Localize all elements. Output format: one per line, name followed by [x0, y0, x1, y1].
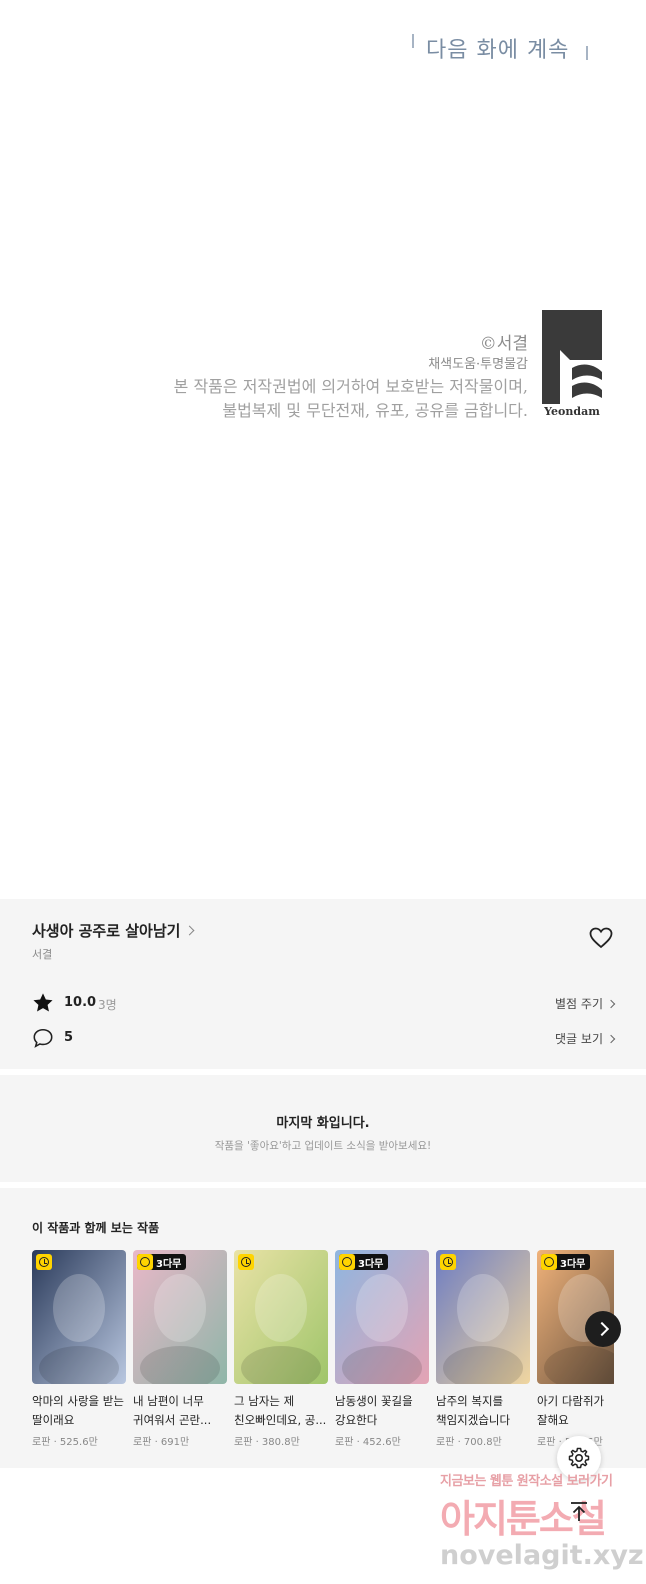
clock-icon: [440, 1254, 456, 1270]
recommendation-title: 남동생이 꽃길을 강요한다: [335, 1394, 413, 1427]
recommendation-meta: 로판 · 700.8만: [436, 1437, 502, 1448]
wait-free-badge: 3다무: [339, 1254, 389, 1270]
last-episode-title: 마지막 화입니다.: [276, 1116, 370, 1131]
series-title: 사생아 공주로 살아남기: [32, 922, 181, 940]
recommendation-cover: [436, 1250, 530, 1384]
series-info-panel: 사생아 공주로 살아남기 서결 10.0 3명 별점 주기 5 댓글 보기: [0, 899, 646, 1069]
next-episode-caption: 다음 화에 계속: [410, 30, 610, 70]
clock-icon: [137, 1254, 153, 1270]
clock-icon: [339, 1254, 355, 1270]
recommendation-card[interactable]: 남주의 복지를 책임지겠습니다로판 · 700.8만: [436, 1250, 530, 1448]
recommendations-heading: 이 작품과 함께 보는 작품: [32, 1221, 160, 1235]
next-episode-text: 다음 화에 계속: [426, 38, 570, 63]
clock-icon: [238, 1254, 254, 1270]
settings-button[interactable]: [557, 1436, 601, 1480]
recommendation-card[interactable]: 그 남자는 제 친오빠인데요, 공... 로판 · 380.8만: [234, 1250, 328, 1448]
star-icon: [32, 992, 54, 1014]
chevron-right-icon: [606, 1034, 616, 1044]
rating-count: 3명: [98, 998, 117, 1012]
copyright-notice: ©서결 채색도움·투명물감 본 작품은 저작권법에 의거하여 보호받는 저작물이…: [174, 333, 528, 423]
copyright-line-1: 본 작품은 저작권법에 의거하여 보호받는 저작물이며,: [173, 377, 528, 396]
wait-free-badge-label: 3다무: [560, 1258, 586, 1270]
gear-icon: [568, 1447, 590, 1469]
heart-icon: [589, 927, 613, 949]
wait-free-badge: 3다무: [137, 1254, 187, 1270]
copyright-author: ©서결: [479, 334, 528, 354]
recommendation-title: 악마의 사랑을 받는 딸이래요: [32, 1394, 124, 1427]
copyright-line-2: 불법복제 및 무단전재, 유포, 공유를 금합니다.: [222, 401, 528, 420]
series-title-link[interactable]: 사생아 공주로 살아남기: [32, 920, 195, 941]
caption-bar-right: [586, 46, 588, 60]
comment-count: 5: [64, 1030, 74, 1045]
recommendation-cover: [234, 1250, 328, 1384]
wait-free-badge-label: 3다무: [358, 1258, 384, 1270]
recommendation-title: 아기 다람쥐가 잘해요: [537, 1394, 605, 1427]
chevron-right-icon: [185, 925, 195, 936]
last-episode-subtitle: 작품을 '좋아요'하고 업데이트 소식을 받아보세요!: [214, 1140, 432, 1152]
watermark-url: novelagit.xyz: [440, 1540, 644, 1571]
rate-button-label: 별점 주기: [555, 997, 603, 1011]
recommendations-carousel[interactable]: 악마의 사랑을 받는 딸이래요 로판 · 525.6만 3다무 내 남편이 너무 귀여…: [32, 1250, 614, 1460]
recommendation-meta: 로판 · 525.6만: [32, 1437, 98, 1448]
recommendation-card[interactable]: 악마의 사랑을 받는 딸이래요로판 · 525.6만: [32, 1250, 126, 1448]
caption-bar-left: [412, 34, 414, 48]
series-author: 서결: [32, 948, 53, 961]
recommendation-meta: 로판 · 691만: [133, 1437, 190, 1448]
clock-icon: [36, 1254, 52, 1270]
chevron-right-icon: [606, 999, 616, 1009]
site-watermark: 지금보는 웹툰 원작소설 보러가기 아지툰소설 novelagit.xyz: [440, 1470, 646, 1584]
publisher-logo-text: Yeondam: [544, 405, 600, 418]
copyright-staff: 채색도움·투명물감: [428, 357, 528, 372]
recommendation-meta: 로판 · 452.6만: [335, 1437, 401, 1448]
recommendation-cover: [32, 1250, 126, 1384]
arrow-up-to-top-icon: [571, 1502, 587, 1521]
wait-free-badge: 3다무: [541, 1254, 591, 1270]
recommendation-cover: 3다무: [133, 1250, 227, 1384]
wait-free-badge-label: 3다무: [156, 1258, 182, 1270]
view-comments-button[interactable]: 댓글 보기: [555, 1030, 616, 1047]
comment-bubble-icon: [32, 1027, 54, 1049]
carousel-next-button[interactable]: [585, 1311, 621, 1347]
recommendation-cover: 3다무: [335, 1250, 429, 1384]
clock-icon: [541, 1254, 557, 1270]
recommendation-title: 내 남편이 너무 귀여워서 곤란...: [133, 1394, 212, 1427]
recommendations-section: 이 작품과 함께 보는 작품 악마의 사랑을 받는 딸이래요로판 · 525.6…: [0, 1188, 646, 1468]
recommendation-title: 그 남자는 제 친오빠인데요, 공...: [234, 1394, 327, 1427]
rating-value: 10.0: [64, 995, 97, 1010]
publisher-logo: Yeondam: [542, 310, 602, 422]
rate-button[interactable]: 별점 주기: [555, 995, 616, 1012]
recommendation-card[interactable]: 3다무내 남편이 너무 귀여워서 곤란... 로판 · 691만: [133, 1250, 227, 1448]
scroll-to-top-button[interactable]: [557, 1490, 601, 1534]
recommendation-meta: 로판 · 380.8만: [234, 1437, 300, 1448]
recommendation-card[interactable]: 3다무남동생이 꽃길을 강요한다로판 · 452.6만: [335, 1250, 429, 1448]
recommendation-card[interactable]: 3다무아기 다람쥐가 잘해요로판 · 562.5만: [537, 1250, 614, 1448]
view-comments-label: 댓글 보기: [555, 1032, 603, 1046]
last-episode-notice: 마지막 화입니다. 작품을 '좋아요'하고 업데이트 소식을 받아보세요!: [0, 1075, 646, 1182]
like-button[interactable]: [589, 927, 613, 949]
recommendation-title: 남주의 복지를 책임지겠습니다: [436, 1394, 511, 1427]
